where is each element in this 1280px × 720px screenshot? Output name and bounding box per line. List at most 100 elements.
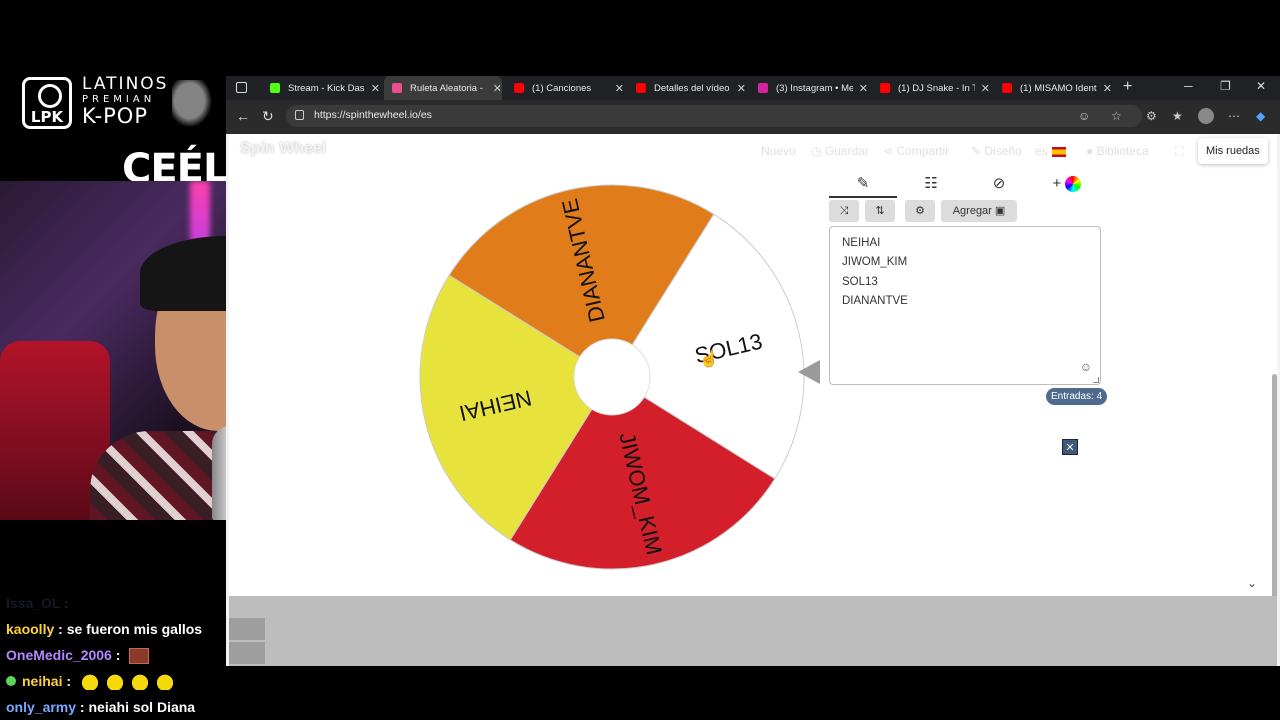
chat-message: kaoolly : se fueron mis gallos [6, 621, 203, 637]
logo-mark: LPK [22, 77, 72, 129]
app-logo[interactable]: Spin Wheel [240, 140, 326, 158]
entry-line[interactable]: NEIHAI [842, 234, 1088, 253]
entry-line[interactable]: SOL13 [842, 273, 1088, 292]
tab-label: Stream - Kick Dash [288, 82, 365, 94]
chat-emote-icon [154, 674, 175, 691]
tab-favicon-icon [270, 83, 280, 93]
web-page: Spin Wheel Nuevo ◷ Guardar ⋖ Compartir ✎… [229, 134, 1277, 666]
tab-close-icon[interactable]: ✕ [371, 82, 380, 95]
design-link[interactable]: ✎ Diseño [971, 144, 1022, 158]
design-link-label: Diseño [984, 144, 1022, 158]
extensions-icon[interactable]: ⚙ [1146, 109, 1157, 123]
logo-line-3: K-POP [82, 104, 149, 128]
tab-favicon-icon [514, 83, 524, 93]
language-code: es [1035, 144, 1048, 158]
browser-tab[interactable]: (1) Canciones ✕ [506, 76, 624, 100]
stream-chat: Issa_OL : kaoolly : se fueron mis gallos… [0, 590, 226, 720]
channel-logo: LPK LATINOS PREMIAN K-POP [20, 76, 220, 136]
footer-block [229, 618, 265, 640]
color-wheel-icon [1065, 176, 1082, 193]
tab-favicon-icon [636, 83, 646, 93]
chat-username[interactable]: OneMedic_2006 [6, 647, 112, 663]
tab-close-icon[interactable]: ✕ [493, 82, 502, 95]
tab-close-icon[interactable]: ✕ [1103, 82, 1112, 95]
tab-favicon-icon [1002, 83, 1012, 93]
reload-button[interactable]: ↻ [262, 108, 274, 125]
my-wheels-button[interactable]: Mis ruedas [1198, 138, 1268, 164]
save-link[interactable]: ◷ Guardar [811, 144, 869, 158]
results-tab-clipboard-icon[interactable]: ☷ [897, 172, 965, 198]
tab-favicon-icon [758, 83, 768, 93]
share-link[interactable]: ⋖ Compartir [883, 144, 949, 158]
hidden-tab-eye-off-icon[interactable]: ⊘ [965, 172, 1033, 198]
share-link-label: Compartir [896, 144, 950, 158]
more-menu-icon[interactable]: ⋯ [1228, 109, 1240, 123]
shuffle-button[interactable]: ⤨ [829, 200, 859, 222]
entries-count-badge: Entradas: 4 [1046, 388, 1108, 405]
chat-username[interactable]: only_army [6, 699, 76, 715]
settings-gear-icon[interactable]: ⚙ [905, 200, 935, 222]
tab-close-icon[interactable]: ✕ [981, 82, 990, 95]
spin-wheel[interactable]: SOL13JIWOM_KIMNEIHAIDIANANTVE [417, 182, 807, 572]
wheel-pointer [798, 360, 820, 384]
browser-tab[interactable]: Stream - Kick Dash ✕ [262, 76, 380, 100]
chat-emote-icon [129, 674, 150, 691]
new-link[interactable]: Nuevo [761, 144, 796, 158]
chat-username[interactable]: kaoolly [6, 621, 54, 637]
browser-tab[interactable]: (1) MISAMO Identi ✕ [994, 76, 1112, 100]
add-color-tab[interactable]: + [1033, 172, 1101, 198]
url-text[interactable]: https://spinthewheel.io/es [314, 109, 432, 121]
emoji-icon[interactable]: ☺ [1080, 360, 1092, 374]
language-selector[interactable]: es [1035, 144, 1066, 158]
tab-favicon-icon [880, 83, 890, 93]
add-button-label: Agregar [952, 205, 992, 217]
chat-message: Issa_OL : [6, 595, 69, 611]
tab-label: Detalles del vídeo [654, 82, 730, 94]
back-button[interactable]: ← [236, 108, 250, 124]
new-tab-button[interactable]: + [1123, 78, 1132, 96]
lock-icon [295, 110, 304, 120]
browser-tab[interactable]: Detalles del vídeo ✕ [628, 76, 746, 100]
library-link[interactable]: ● Biblioteca [1086, 144, 1149, 158]
add-image-button[interactable]: Agregar ▣ [941, 200, 1017, 222]
edit-tab-pencil-icon[interactable]: ✎ [829, 172, 897, 198]
favorite-star-icon[interactable]: ☆ [1111, 109, 1122, 123]
chevron-down-icon[interactable]: ⌄ [1247, 576, 1257, 590]
restore-button[interactable]: ❐ [1220, 79, 1231, 93]
screen: LPK LATINOS PREMIAN K-POP CEÉLI Issa_OL … [0, 0, 1280, 720]
tab-close-icon[interactable]: ✕ [615, 82, 624, 95]
sort-button[interactable]: ⇅ [865, 200, 895, 222]
tab-close-icon[interactable]: ✕ [859, 82, 868, 95]
tab-close-icon[interactable]: ✕ [737, 82, 746, 95]
chat-emote-icon [79, 674, 100, 691]
close-window-button[interactable]: ✕ [1256, 79, 1266, 93]
browser-tab[interactable]: Ruleta Aleatoria - ✕ [384, 76, 502, 100]
chat-username[interactable]: Issa_OL [6, 595, 60, 611]
entry-line[interactable]: JIWOM_KIM [842, 253, 1088, 272]
tab-label: (1) DJ Snake - In T [898, 82, 975, 94]
copilot-icon[interactable]: ◆ [1256, 109, 1265, 123]
reader-icon[interactable]: ☺ [1078, 109, 1090, 123]
close-icon[interactable]: ✕ [1062, 439, 1078, 455]
browser-tab[interactable]: (1) DJ Snake - In T ✕ [872, 76, 990, 100]
editor-tabs: ✎ ☷ ⊘ + [829, 172, 1099, 198]
resize-handle[interactable] [1093, 377, 1099, 383]
minimize-button[interactable]: ─ [1184, 79, 1193, 93]
chat-text: se fueron mis gallos [66, 621, 203, 637]
library-link-label: Biblioteca [1096, 144, 1149, 158]
sidebar-toggle-icon[interactable] [236, 82, 247, 93]
fullscreen-icon[interactable]: ⛶ [1175, 144, 1183, 159]
entry-line[interactable]: DIANANTVE [842, 292, 1088, 311]
entries-textarea[interactable]: NEIHAI JIWOM_KIM SOL13 DIANANTVE ☺ [829, 226, 1101, 385]
profile-avatar[interactable] [1198, 108, 1214, 124]
tab-label: (3) Instagram • Me [776, 82, 853, 94]
save-link-label: Guardar [824, 144, 869, 158]
favorites-icon[interactable]: ★ [1172, 109, 1183, 123]
tab-label: (1) MISAMO Identi [1020, 82, 1097, 94]
browser-tab[interactable]: (3) Instagram • Me ✕ [750, 76, 868, 100]
tab-strip: Stream - Kick Dash ✕ Ruleta Aleatoria - ✕(… [226, 76, 1280, 100]
address-bar[interactable]: https://spinthewheel.io/es ☺ ☆ [286, 105, 1142, 127]
chat-username[interactable]: neihai [22, 673, 62, 689]
wheel-center-hub[interactable] [573, 338, 651, 416]
chat-message: OneMedic_2006 : [0, 642, 226, 668]
